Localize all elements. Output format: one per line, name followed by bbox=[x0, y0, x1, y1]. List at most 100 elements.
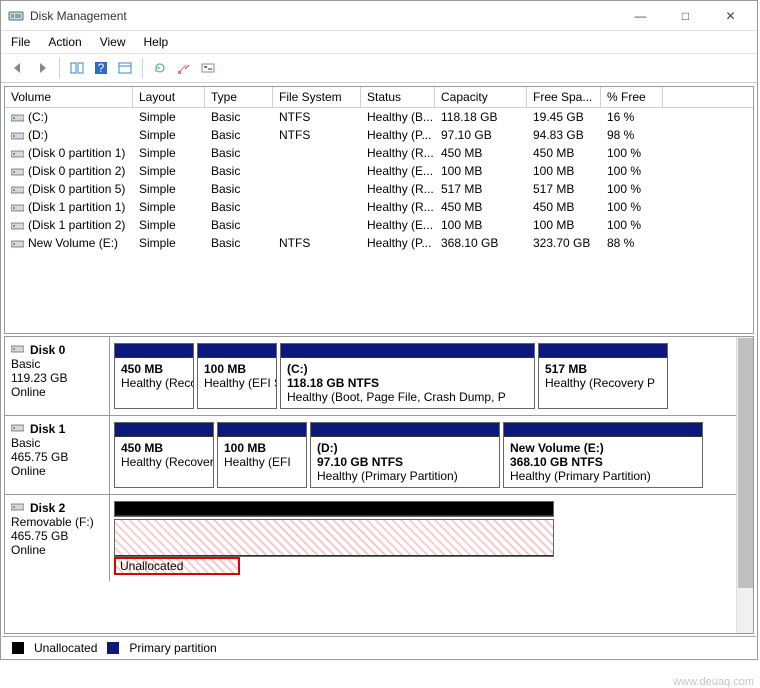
menu-help[interactable]: Help bbox=[144, 35, 169, 49]
forward-button[interactable] bbox=[31, 57, 53, 79]
properties-button[interactable] bbox=[173, 57, 195, 79]
partition[interactable]: 450 MBHealthy (Recovery bbox=[114, 422, 214, 488]
disk2-hatch[interactable] bbox=[114, 519, 554, 557]
disk-icon bbox=[11, 343, 24, 357]
disk-size: 465.75 GB bbox=[11, 529, 103, 543]
partition-bar bbox=[115, 423, 213, 437]
col-capacity[interactable]: Capacity bbox=[435, 87, 527, 107]
disk-header[interactable]: Disk 1Basic465.75 GBOnline bbox=[5, 416, 110, 494]
col-type[interactable]: Type bbox=[205, 87, 273, 107]
volume-name: (Disk 0 partition 5) bbox=[28, 182, 125, 196]
cell-capacity: 450 MB bbox=[435, 199, 527, 215]
cell-fs bbox=[273, 163, 361, 179]
show-hide-console-button[interactable] bbox=[66, 57, 88, 79]
disk-row: Disk 2Removable (F:)465.75 GBOnlineUnall… bbox=[5, 494, 736, 581]
disk2-black[interactable] bbox=[114, 501, 554, 517]
cell-type: Basic bbox=[205, 199, 273, 215]
menu-view[interactable]: View bbox=[100, 35, 126, 49]
table-row[interactable]: (Disk 1 partition 2)SimpleBasicHealthy (… bbox=[5, 216, 753, 234]
cell-fs bbox=[273, 145, 361, 161]
menu-file[interactable]: File bbox=[11, 35, 30, 49]
table-row[interactable]: (C:)SimpleBasicNTFSHealthy (B...118.18 G… bbox=[5, 108, 753, 126]
table-row[interactable]: New Volume (E:)SimpleBasicNTFSHealthy (P… bbox=[5, 234, 753, 252]
cell-fs bbox=[273, 181, 361, 197]
partition-bar bbox=[281, 344, 534, 358]
cell-layout: Simple bbox=[133, 109, 205, 125]
cell-percent: 100 % bbox=[601, 145, 663, 161]
cell-status: Healthy (P... bbox=[361, 127, 435, 143]
volume-icon bbox=[11, 220, 24, 230]
table-row[interactable]: (Disk 0 partition 5)SimpleBasicHealthy (… bbox=[5, 180, 753, 198]
table-row[interactable]: (Disk 0 partition 1)SimpleBasicHealthy (… bbox=[5, 144, 753, 162]
disk-header[interactable]: Disk 0Basic119.23 GBOnline bbox=[5, 337, 110, 415]
refresh-button[interactable] bbox=[149, 57, 171, 79]
partition[interactable]: (C:)118.18 GB NTFSHealthy (Boot, Page Fi… bbox=[280, 343, 535, 409]
partition-name: New Volume (E:) bbox=[510, 441, 696, 455]
partition-size: 450 MB bbox=[121, 362, 187, 376]
partition[interactable]: 517 MBHealthy (Recovery P bbox=[538, 343, 668, 409]
cell-percent: 98 % bbox=[601, 127, 663, 143]
col-percent[interactable]: % Free bbox=[601, 87, 663, 107]
volume-name: New Volume (E:) bbox=[28, 236, 118, 250]
col-filesystem[interactable]: File System bbox=[273, 87, 361, 107]
volume-table-header: Volume Layout Type File System Status Ca… bbox=[5, 87, 753, 108]
settings-button[interactable] bbox=[197, 57, 219, 79]
partition-bar bbox=[115, 344, 193, 358]
partition[interactable]: 100 MBHealthy (EFI S bbox=[197, 343, 277, 409]
cell-capacity: 100 MB bbox=[435, 217, 527, 233]
cell-layout: Simple bbox=[133, 217, 205, 233]
disk-header[interactable]: Disk 2Removable (F:)465.75 GBOnline bbox=[5, 495, 110, 581]
vertical-scrollbar[interactable] bbox=[736, 337, 753, 633]
partition-size: 450 MB bbox=[121, 441, 207, 455]
volume-icon bbox=[11, 148, 24, 158]
back-button[interactable] bbox=[7, 57, 29, 79]
table-row[interactable]: (D:)SimpleBasicNTFSHealthy (P...97.10 GB… bbox=[5, 126, 753, 144]
volume-icon bbox=[11, 343, 24, 353]
col-volume[interactable]: Volume bbox=[5, 87, 133, 107]
col-free[interactable]: Free Spa... bbox=[527, 87, 601, 107]
table-row[interactable]: (Disk 1 partition 1)SimpleBasicHealthy (… bbox=[5, 198, 753, 216]
volume-icon bbox=[11, 166, 24, 176]
cell-capacity: 100 MB bbox=[435, 163, 527, 179]
maximize-button[interactable]: □ bbox=[663, 2, 708, 30]
partition[interactable]: 450 MBHealthy (Recovery P bbox=[114, 343, 194, 409]
show-hide-action-button[interactable] bbox=[114, 57, 136, 79]
cell-free: 517 MB bbox=[527, 181, 601, 197]
cell-type: Basic bbox=[205, 235, 273, 251]
partition-status: Healthy (Recovery P bbox=[545, 376, 661, 390]
cell-percent: 100 % bbox=[601, 181, 663, 197]
cell-fs bbox=[273, 217, 361, 233]
col-layout[interactable]: Layout bbox=[133, 87, 205, 107]
menu-action[interactable]: Action bbox=[48, 35, 81, 49]
partition-status: Healthy (Boot, Page File, Crash Dump, P bbox=[287, 390, 528, 404]
cell-type: Basic bbox=[205, 181, 273, 197]
scrollbar-thumb[interactable] bbox=[738, 338, 753, 588]
partition-size: 100 MB bbox=[224, 441, 300, 455]
disk-status: Online bbox=[11, 464, 103, 478]
volume-icon bbox=[11, 202, 24, 212]
partition[interactable]: New Volume (E:)368.10 GB NTFSHealthy (Pr… bbox=[503, 422, 703, 488]
cell-layout: Simple bbox=[133, 145, 205, 161]
cell-layout: Simple bbox=[133, 199, 205, 215]
cell-percent: 88 % bbox=[601, 235, 663, 251]
volume-name: (Disk 1 partition 2) bbox=[28, 218, 125, 232]
cell-layout: Simple bbox=[133, 235, 205, 251]
table-row[interactable]: (Disk 0 partition 2)SimpleBasicHealthy (… bbox=[5, 162, 753, 180]
partition-bar bbox=[504, 423, 702, 437]
partition[interactable]: (D:)97.10 GB NTFSHealthy (Primary Partit… bbox=[310, 422, 500, 488]
disk-size: 119.23 GB bbox=[11, 371, 103, 385]
cell-layout: Simple bbox=[133, 127, 205, 143]
cell-type: Basic bbox=[205, 217, 273, 233]
cell-percent: 100 % bbox=[601, 217, 663, 233]
partition-bar bbox=[218, 423, 306, 437]
close-button[interactable]: ✕ bbox=[708, 2, 753, 30]
minimize-button[interactable]: — bbox=[618, 2, 663, 30]
hatched-area bbox=[115, 520, 553, 556]
help-button[interactable]: ? bbox=[90, 57, 112, 79]
partition[interactable]: 100 MBHealthy (EFI bbox=[217, 422, 307, 488]
title-bar[interactable]: Disk Management — □ ✕ bbox=[1, 1, 757, 31]
cell-percent: 100 % bbox=[601, 199, 663, 215]
unallocated-label[interactable]: Unallocated bbox=[114, 557, 240, 575]
col-status[interactable]: Status bbox=[361, 87, 435, 107]
partition-bar bbox=[311, 423, 499, 437]
